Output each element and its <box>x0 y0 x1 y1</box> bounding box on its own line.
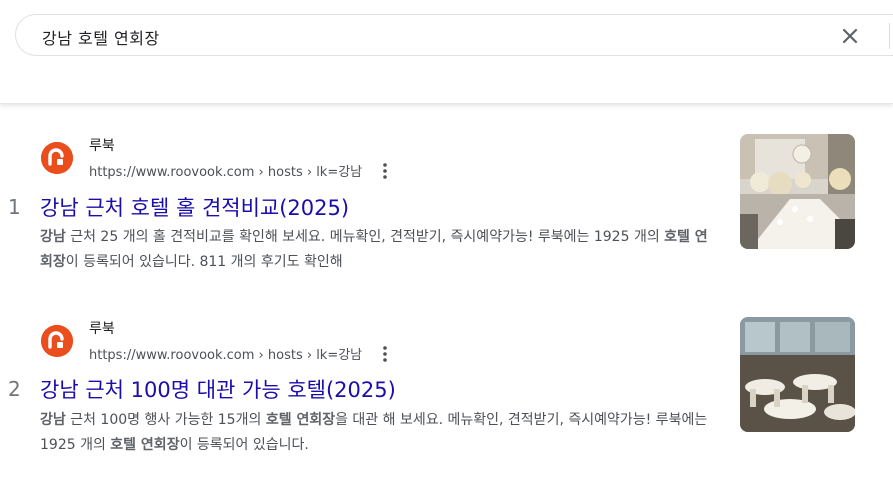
search-header: 강남 호텔 연회장 <box>0 0 893 104</box>
site-name[interactable]: 루북 <box>89 318 115 338</box>
banquet-hall-image <box>740 317 855 432</box>
roovook-logo-icon <box>41 325 73 357</box>
snippet-text: 근처 100명 행사 가능한 15개의 <box>65 412 266 428</box>
more-options-button[interactable] <box>377 344 393 364</box>
snippet-bold: 강남 <box>40 412 66 428</box>
site-name[interactable]: 루북 <box>89 135 115 155</box>
result-thumbnail[interactable] <box>740 317 855 432</box>
search-bar[interactable]: 강남 호텔 연회장 <box>15 14 893 56</box>
banquet-hall-image <box>740 134 855 249</box>
result-title-link[interactable]: 강남 근처 100명 대관 가능 호텔(2025) <box>40 374 396 404</box>
site-url[interactable]: https://www.roovook.com › hosts › lk=강남 <box>89 161 362 180</box>
more-options-button[interactable] <box>377 161 393 181</box>
snippet-bold: 강남 <box>40 229 66 245</box>
roovook-logo-icon <box>41 142 73 174</box>
close-icon <box>842 28 858 44</box>
snippet-text: 근처 25 개의 홀 견적비교를 확인해 보세요. 메뉴확인, 견적받기, 즉시… <box>65 229 665 245</box>
site-favicon[interactable] <box>41 142 73 174</box>
result-snippet: 강남 근처 25 개의 홀 견적비교를 확인해 보세요. 메뉴확인, 견적받기,… <box>40 225 720 275</box>
clear-search-button[interactable] <box>836 22 864 50</box>
result-thumbnail[interactable] <box>740 134 855 249</box>
search-divider <box>889 23 890 49</box>
snippet-bold: 호텔 연회장 <box>265 412 336 428</box>
result-rank: 1 <box>8 195 21 219</box>
search-input[interactable]: 강남 호텔 연회장 <box>42 25 160 49</box>
result-snippet: 강남 근처 100명 행사 가능한 15개의 호텔 연회장을 대관 해 보세요.… <box>40 408 720 458</box>
more-vert-icon <box>383 346 387 362</box>
snippet-bold: 호텔 연회장 <box>110 437 180 453</box>
snippet-text: 이 등록되어 있습니다. <box>179 437 309 453</box>
more-vert-icon <box>383 163 387 179</box>
site-url[interactable]: https://www.roovook.com › hosts › lk=강남 <box>89 344 362 363</box>
result-rank: 2 <box>8 377 21 401</box>
snippet-text: 이 등록되어 있습니다. 811 개의 후기도 확인해 <box>65 254 343 270</box>
result-title-link[interactable]: 강남 근처 호텔 홀 견적비교(2025) <box>40 192 349 222</box>
site-favicon[interactable] <box>41 325 73 357</box>
